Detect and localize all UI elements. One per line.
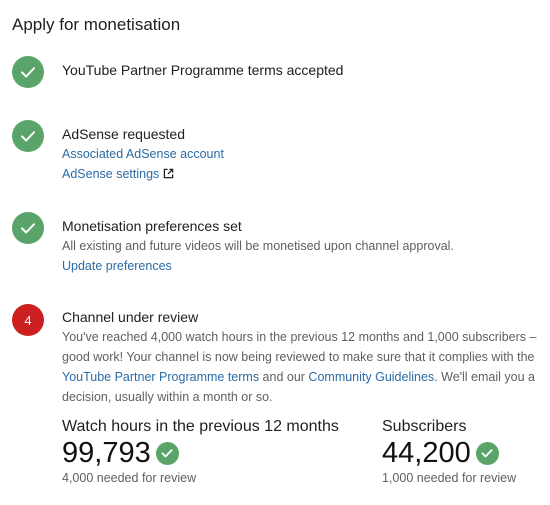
ypp-terms-link[interactable]: YouTube Partner Programme terms	[62, 370, 259, 384]
page-title: Apply for monetisation	[12, 15, 181, 34]
checkmark-icon	[21, 131, 35, 142]
step-number-badge: 4	[12, 304, 44, 336]
step-heading: AdSense requested	[62, 126, 185, 142]
community-guidelines-link[interactable]: Community Guidelines	[308, 370, 434, 384]
checkmark-icon	[21, 67, 35, 78]
check-circle-icon	[475, 441, 499, 465]
watch-hours-value: 99,793	[62, 437, 151, 469]
watch-hours-label: Watch hours in the previous 12 months	[62, 418, 339, 435]
step-description: You've reached 4,000 watch hours in the …	[62, 327, 537, 407]
check-badge	[12, 56, 44, 88]
step-channel-review: 4 Channel under review You've reached 4,…	[12, 304, 542, 404]
external-link-icon	[164, 168, 174, 179]
update-preferences-link[interactable]: Update preferences	[62, 259, 172, 273]
watch-hours-requirement: 4,000 needed for review	[62, 471, 197, 485]
subscribers-requirement: 1,000 needed for review	[382, 471, 517, 485]
desc-text: and our	[259, 370, 309, 384]
step-heading: Monetisation preferences set	[62, 218, 242, 234]
eligibility-stats: Watch hours in the previous 12 months 99…	[62, 418, 542, 498]
check-circle-icon	[155, 441, 179, 465]
subscribers-label: Subscribers	[382, 418, 467, 435]
step-heading: YouTube Partner Programme terms accepted	[62, 62, 344, 78]
adsense-settings-link[interactable]: AdSense settings	[62, 167, 174, 181]
step-adsense: AdSense requested Associated AdSense acc…	[12, 120, 542, 184]
subscribers-stat: Subscribers 44,200 1,000 needed for revi…	[382, 418, 516, 485]
step-preferences: Monetisation preferences set All existin…	[12, 212, 542, 273]
checkmark-icon	[21, 223, 35, 234]
step-description: All existing and future videos will be m…	[62, 239, 454, 253]
watch-hours-stat: Watch hours in the previous 12 months 99…	[62, 418, 339, 485]
step-terms: YouTube Partner Programme terms accepted	[12, 56, 542, 90]
desc-text: You've reached 4,000 watch hours in the …	[62, 330, 537, 364]
step-heading: Channel under review	[62, 309, 199, 325]
check-badge	[12, 212, 44, 244]
check-badge	[12, 120, 44, 152]
adsense-settings-label: AdSense settings	[62, 167, 160, 181]
subscribers-value: 44,200	[382, 437, 471, 469]
associated-adsense-link[interactable]: Associated AdSense account	[62, 147, 224, 161]
